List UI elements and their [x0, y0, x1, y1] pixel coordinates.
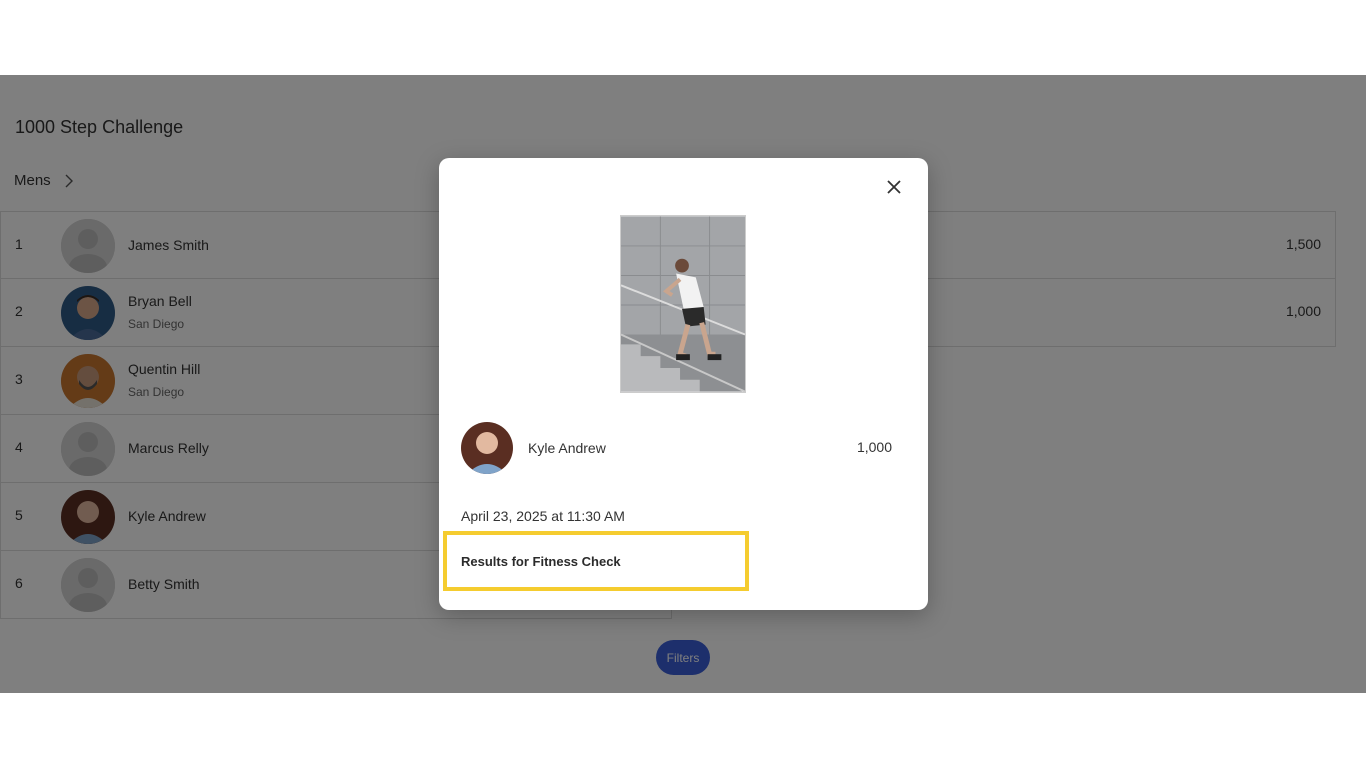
athlete-name: Kyle Andrew: [528, 440, 606, 456]
stair-workout-image: [621, 216, 745, 392]
entry-timestamp: April 23, 2025 at 11:30 AM: [461, 508, 625, 524]
athlete-score: 1,000: [856, 439, 892, 455]
entry-detail-modal: Kyle Andrew 1,000 April 23, 2025 at 11:3…: [439, 158, 928, 610]
entry-photo: [620, 215, 746, 393]
athlete-photo: [461, 422, 513, 474]
avatar: [461, 422, 513, 474]
close-icon[interactable]: [885, 178, 903, 196]
leaderboard-app: 1000 Step Challenge Mens 1 James Smith 1…: [0, 75, 1366, 693]
entry-note: Results for Fitness Check: [461, 554, 621, 569]
